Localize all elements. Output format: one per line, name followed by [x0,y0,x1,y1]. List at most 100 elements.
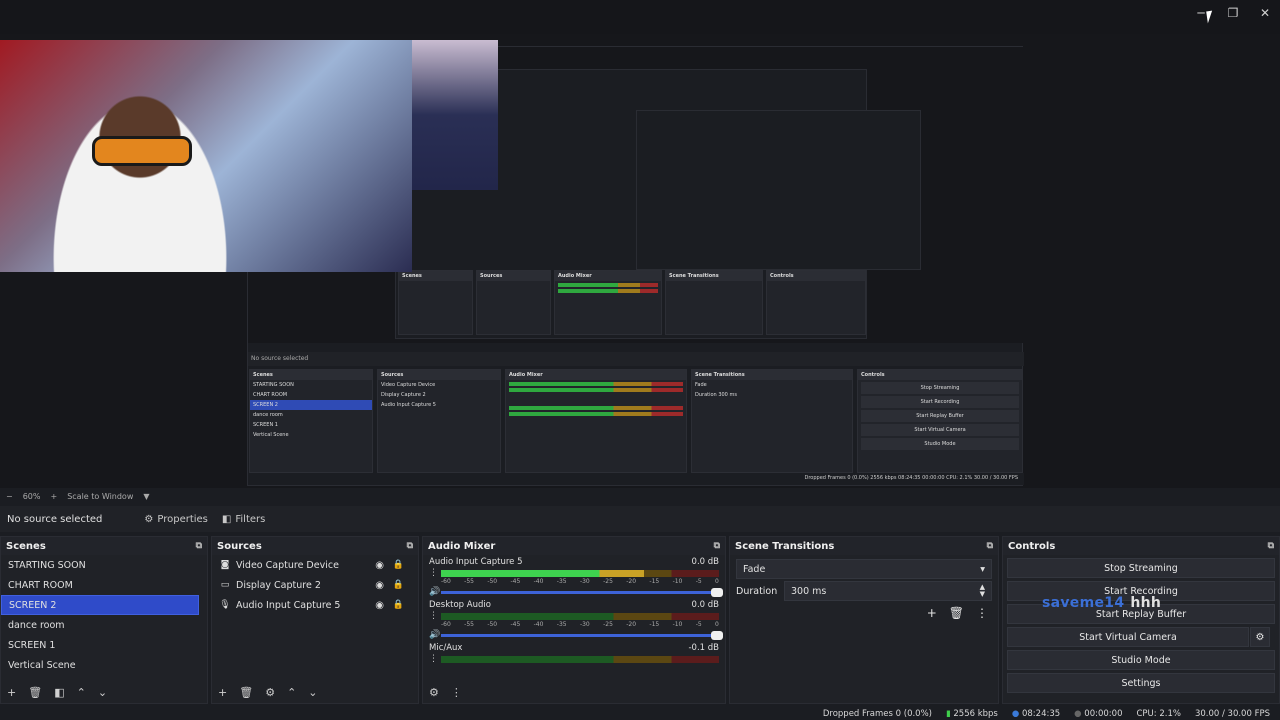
cpu-usage: CPU: 2.1% [1136,709,1181,719]
scale-dropdown-icon[interactable]: ▼ [143,492,149,501]
more-icon[interactable]: ⋮ [976,606,988,620]
lock-icon[interactable]: 🔒 [393,560,404,570]
close-button[interactable]: ✕ [1258,6,1272,20]
channel-db: 0.0 dB [691,556,719,567]
duration-spinbox[interactable]: 300 ms ▲ ▼ [784,581,992,601]
scenes-header: Scenes ⧉ [1,537,207,555]
start-virtual-camera-button[interactable]: Start Virtual Camera ⚙ [1007,627,1270,647]
source-item[interactable]: 🎙 Audio Input Capture 5 ◉ 🔒 [212,595,418,615]
mini-controls-dock: Controls Stop Streaming Start Recording … [857,369,1023,473]
channel-header: Mic/Aux -0.1 dB [429,641,719,654]
tick-label: -50 [487,578,498,585]
preview-canvas[interactable]: Scenes Sources Audio Mixer Scene Transit… [0,34,1280,488]
settings-button[interactable]: Settings [1007,673,1275,693]
chevron-up-icon[interactable]: ⌃ [287,686,296,699]
maximize-button[interactable]: ❐ [1226,6,1240,20]
scene-item[interactable]: Vertical Scene [1,655,207,675]
trash-icon[interactable]: 🗑 [949,606,964,620]
properties-button[interactable]: ⚙ Properties [144,514,208,525]
trash-icon[interactable]: 🗑 [28,686,42,699]
volume-slider[interactable] [441,587,723,597]
source-item[interactable]: ◙ Video Capture Device ◉ 🔒 [212,555,418,575]
camera-icon: ◙ [220,560,230,570]
mini-mixer-title: Audio Mixer [506,370,686,380]
mini-toolbar: No source selected [248,352,1024,366]
volume-slider-handle[interactable] [711,587,723,597]
undock-icon[interactable]: ⧉ [987,541,993,551]
volume-slider[interactable] [441,630,723,640]
scene-item[interactable]: STARTING SOON [1,555,207,575]
undock-icon[interactable]: ⧉ [407,541,413,551]
mini-source-item: Audio Input Capture 5 [381,402,436,408]
scene-item[interactable]: CHART ROOM [1,575,207,595]
chevron-up-icon[interactable]: ⌃ [77,686,86,699]
tick-label: -45 [510,621,521,628]
zoom-out-button[interactable]: − [6,492,13,501]
mini-control-button: Start Virtual Camera [861,424,1019,436]
webcam-overlay [0,40,412,272]
eye-icon[interactable]: ◉ [375,600,384,611]
stream-time: 08:24:35 [1021,709,1061,719]
filter-icon[interactable]: ◧ [54,686,64,699]
meter-row: ⋮ [429,568,719,578]
meter-row: ⋮ [429,654,719,664]
volume-row: 🔊 [429,629,723,641]
mini-mixer-title: Audio Mixer [555,271,661,281]
scene-transitions-dock: Scene Transitions ⧉ Fade ▾ Duration 300 … [729,536,999,704]
eye-icon[interactable]: ◉ [375,560,384,571]
channel-menu-icon[interactable]: ⋮ [429,654,438,664]
sources-footer: + 🗑 ⚙ ⌃ ⌄ [212,681,418,703]
mini-sources-panel: Sources [476,270,551,335]
speaker-icon[interactable]: 🔊 [429,587,440,597]
tick-label: -40 [533,578,544,585]
studio-mode-button[interactable]: Studio Mode [1007,650,1275,670]
stop-streaming-button[interactable]: Stop Streaming [1007,558,1275,578]
eye-icon[interactable]: ◉ [375,580,384,591]
scene-item[interactable]: dance room [1,615,207,635]
speaker-icon[interactable]: 🔊 [429,630,440,640]
undock-icon[interactable]: ⧉ [714,541,720,551]
virtual-camera-label: Start Virtual Camera [1079,631,1177,643]
trash-icon[interactable]: 🗑 [239,686,253,699]
scene-item[interactable]: SCREEN 1 [1,635,207,655]
scale-mode[interactable]: Scale to Window [67,492,133,501]
lock-icon[interactable]: 🔒 [393,600,404,610]
channel-menu-icon[interactable]: ⋮ [429,611,438,621]
add-icon[interactable]: + [7,686,16,699]
scene-item-selected[interactable]: SCREEN 2 [1,595,199,615]
lock-icon[interactable]: 🔒 [393,580,404,590]
watermark-overlay: saveme14 hhh [1042,595,1161,611]
zoom-in-button[interactable]: + [50,492,57,501]
chevron-down-icon[interactable]: ⌄ [98,686,107,699]
zoom-level: 60% [22,491,41,501]
volume-slider-handle[interactable] [711,630,723,640]
meter-row: ⋮ [429,611,719,621]
transition-select[interactable]: Fade ▾ [736,559,992,579]
gear-icon[interactable]: ⚙ [429,686,439,699]
controls-dock: Controls ⧉ Stop Streaming Start Recordin… [1002,536,1280,704]
more-icon[interactable]: ⋮ [451,686,462,699]
spin-arrows-icon[interactable]: ▲ ▼ [980,584,985,598]
tick-label: -55 [464,621,474,628]
mini-meter [558,289,658,293]
channel-menu-icon[interactable]: ⋮ [429,568,438,578]
undock-icon[interactable]: ⧉ [196,541,202,551]
no-source-label: No source selected [7,513,103,525]
add-icon[interactable]: + [927,606,937,620]
tick-label: -25 [603,621,613,628]
tick-label: -55 [464,578,474,585]
tick-label: -5 [695,578,702,585]
gear-icon[interactable]: ⚙ [1250,627,1270,647]
mini-scenes-title: Scenes [250,370,372,380]
filters-button[interactable]: ◧ Filters [222,514,265,525]
gear-icon[interactable]: ⚙ [265,686,275,699]
signal-icon: ▮ [945,709,951,719]
chevron-down-icon[interactable]: ⌄ [308,686,317,699]
sunglasses-image [92,136,192,166]
channel-db: 0.0 dB [691,599,719,610]
source-item[interactable]: ▭ Display Capture 2 ◉ 🔒 [212,575,418,595]
duration-row: Duration 300 ms ▲ ▼ [730,580,998,602]
mixer-channel: Mic/Aux -0.1 dB ⋮ [423,641,725,664]
add-icon[interactable]: + [218,686,227,699]
undock-icon[interactable]: ⧉ [1268,541,1274,551]
